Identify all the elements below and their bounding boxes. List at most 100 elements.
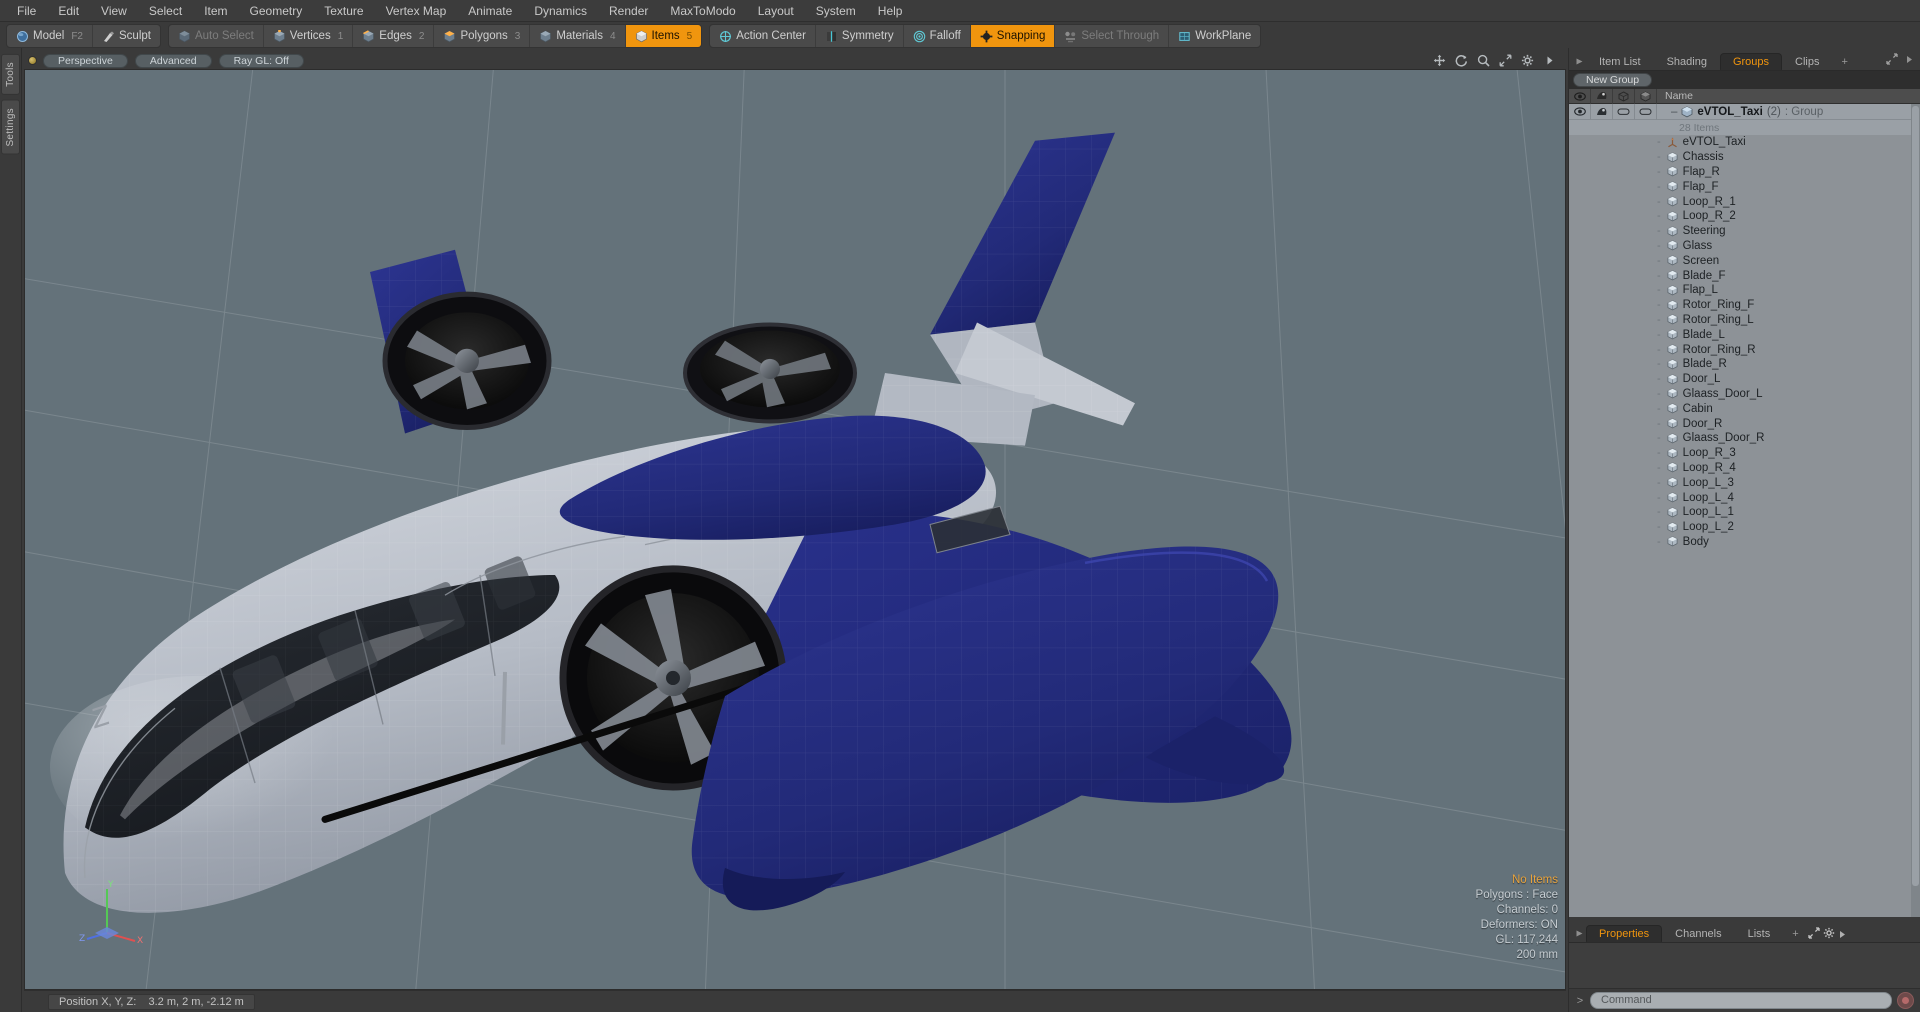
tree-item-row[interactable]: - Flap_L: [1569, 283, 1920, 298]
tab-clips[interactable]: Clips: [1782, 53, 1832, 70]
tree-item-row[interactable]: - Flap_R: [1569, 165, 1920, 180]
expand-icon[interactable]: [1808, 927, 1820, 942]
chevron-right-icon[interactable]: [1838, 928, 1847, 942]
tree-group-name-cell[interactable]: – eVTOL_Taxi (2) : Group: [1657, 106, 1920, 118]
tree-expander-icon[interactable]: -: [1657, 196, 1661, 208]
tree-scrollbar-thumb[interactable]: [1912, 106, 1919, 887]
properties-menu-arrow-icon[interactable]: [1573, 925, 1586, 942]
tree-item-row[interactable]: - Rotor_Ring_F: [1569, 298, 1920, 313]
tree-expander-icon[interactable]: -: [1657, 344, 1661, 356]
left-tab-settings[interactable]: Settings: [1, 99, 20, 155]
tree-expander-icon[interactable]: -: [1657, 373, 1661, 385]
symmetry-button[interactable]: Symmetry: [816, 25, 904, 47]
tree-item-row[interactable]: - eVTOL_Taxi: [1569, 135, 1920, 150]
tree-expander-icon[interactable]: -: [1657, 432, 1661, 444]
gear-icon[interactable]: [1521, 54, 1534, 67]
menu-item-view[interactable]: View: [90, 0, 138, 22]
column-header-shaded[interactable]: [1635, 88, 1657, 104]
tree-group-row[interactable]: – eVTOL_Taxi (2) : Group: [1569, 104, 1920, 120]
menu-item-file[interactable]: File: [6, 0, 47, 22]
left-tab-tools[interactable]: Tools: [1, 54, 20, 95]
tab-properties[interactable]: Properties: [1586, 925, 1663, 942]
fit-icon[interactable]: [1499, 54, 1512, 67]
tree-item-row[interactable]: - Glass: [1569, 239, 1920, 254]
tree-item-row[interactable]: - Blade_R: [1569, 357, 1920, 372]
menu-item-geometry[interactable]: Geometry: [239, 0, 314, 22]
viewport-view-mode-button[interactable]: Perspective: [43, 53, 128, 68]
tree-expander-icon[interactable]: -: [1657, 462, 1661, 474]
mode-button-sculpt[interactable]: Sculpt: [93, 25, 160, 47]
tab-shading[interactable]: Shading: [1654, 53, 1720, 70]
rotate-icon[interactable]: [1455, 54, 1468, 67]
tree-item-row[interactable]: - Door_L: [1569, 372, 1920, 387]
tree-item-row[interactable]: - Glaass_Door_L: [1569, 387, 1920, 402]
tree-expander-icon[interactable]: -: [1657, 506, 1661, 518]
tree-item-row[interactable]: - Glaass_Door_R: [1569, 431, 1920, 446]
tree-expander-icon[interactable]: -: [1657, 388, 1661, 400]
tree-item-row[interactable]: - Chassis: [1569, 150, 1920, 165]
tree-expander-icon[interactable]: -: [1657, 284, 1661, 296]
tree-item-row[interactable]: - Loop_R_3: [1569, 446, 1920, 461]
group-tree[interactable]: – eVTOL_Taxi (2) : Group 28 Items - eVTOL…: [1569, 104, 1920, 917]
column-header-render[interactable]: [1591, 88, 1613, 104]
selection-mode-materials[interactable]: Materials 4: [530, 25, 626, 47]
selection-mode-items[interactable]: Items 5: [625, 25, 702, 47]
tree-item-row[interactable]: - Body: [1569, 535, 1920, 550]
tree-scrollbar[interactable]: [1911, 104, 1920, 917]
tree-expander-icon[interactable]: -: [1657, 210, 1661, 222]
menu-item-edit[interactable]: Edit: [47, 0, 90, 22]
viewport-shading-mode-button[interactable]: Advanced: [134, 53, 212, 68]
tree-item-row[interactable]: - Loop_L_1: [1569, 505, 1920, 520]
group-shaded-toggle[interactable]: [1635, 104, 1657, 120]
tree-item-row[interactable]: - Loop_R_1: [1569, 194, 1920, 209]
tree-item-row[interactable]: - Flap_F: [1569, 179, 1920, 194]
tree-expander-icon[interactable]: -: [1657, 314, 1661, 326]
menu-item-animate[interactable]: Animate: [457, 0, 523, 22]
tab-add[interactable]: +: [1832, 53, 1856, 70]
tree-expander-icon[interactable]: -: [1657, 240, 1661, 252]
select-through-button[interactable]: Select Through: [1055, 25, 1170, 47]
move-icon[interactable]: [1433, 54, 1446, 67]
panel-menu-arrow-icon[interactable]: [1573, 53, 1586, 70]
zoom-icon[interactable]: [1477, 54, 1490, 67]
tree-expander-icon[interactable]: -: [1657, 358, 1661, 370]
viewport-menu-dot-icon[interactable]: [28, 56, 37, 65]
tree-item-row[interactable]: - Blade_L: [1569, 327, 1920, 342]
tree-item-row[interactable]: - Loop_L_3: [1569, 475, 1920, 490]
menu-item-texture[interactable]: Texture: [313, 0, 374, 22]
viewport-raygl-button[interactable]: Ray GL: Off: [218, 53, 304, 68]
tree-item-row[interactable]: - Loop_R_2: [1569, 209, 1920, 224]
menu-item-select[interactable]: Select: [138, 0, 193, 22]
tree-item-row[interactable]: - Rotor_Ring_R: [1569, 342, 1920, 357]
expand-icon[interactable]: [1886, 53, 1898, 68]
menu-item-maxtomodo[interactable]: MaxToModo: [659, 0, 746, 22]
command-input[interactable]: Command: [1590, 992, 1892, 1009]
gear-icon[interactable]: [1823, 927, 1835, 942]
tree-item-row[interactable]: - Steering: [1569, 224, 1920, 239]
action-center-button[interactable]: Action Center: [710, 25, 816, 47]
menu-item-vertex-map[interactable]: Vertex Map: [375, 0, 458, 22]
snapping-button[interactable]: Snapping: [970, 25, 1056, 47]
menu-item-layout[interactable]: Layout: [747, 0, 805, 22]
minus-expander-icon[interactable]: –: [1671, 106, 1677, 118]
tree-expander-icon[interactable]: -: [1657, 151, 1661, 163]
menu-item-render[interactable]: Render: [598, 0, 659, 22]
tab-lists[interactable]: Lists: [1735, 925, 1784, 942]
tree-expander-icon[interactable]: -: [1657, 329, 1661, 341]
tree-item-row[interactable]: - Loop_R_4: [1569, 461, 1920, 476]
chevron-right-icon[interactable]: [1905, 53, 1914, 68]
tree-item-row[interactable]: - Door_R: [1569, 416, 1920, 431]
tree-expander-icon[interactable]: -: [1657, 403, 1661, 415]
menu-item-item[interactable]: Item: [193, 0, 238, 22]
tree-expander-icon[interactable]: -: [1657, 477, 1661, 489]
menu-item-help[interactable]: Help: [867, 0, 914, 22]
group-visibility-toggle[interactable]: [1569, 104, 1591, 120]
tree-item-row[interactable]: - Rotor_Ring_L: [1569, 313, 1920, 328]
new-group-button[interactable]: New Group: [1573, 73, 1653, 87]
falloff-button[interactable]: Falloff: [904, 25, 971, 47]
column-header-visibility[interactable]: [1569, 88, 1591, 104]
tree-item-row[interactable]: - Blade_F: [1569, 268, 1920, 283]
tree-expander-icon[interactable]: -: [1657, 521, 1661, 533]
column-header-wireframe[interactable]: [1613, 88, 1635, 104]
selection-mode-polygons[interactable]: Polygons 3: [434, 25, 531, 47]
